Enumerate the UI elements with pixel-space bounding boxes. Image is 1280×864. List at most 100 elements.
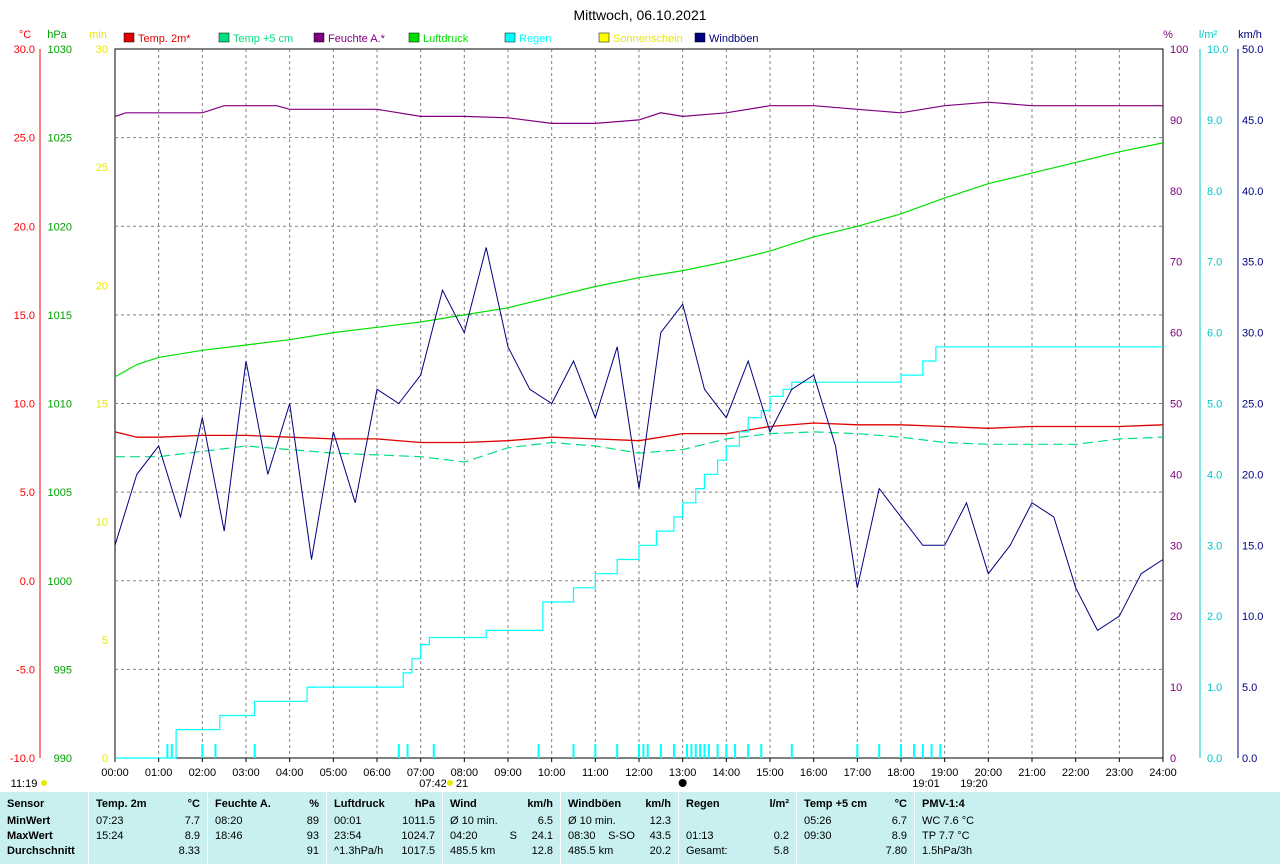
sunset-label-2: 19:20 [960,778,988,790]
stats-cell-label: 07:23 [96,815,124,827]
legend-swatch [598,32,610,43]
stats-cell-label: 05:26 [804,815,832,827]
legend-label: Temp +5 cm [233,33,293,45]
stats-unit: km/h [645,798,671,810]
stats-column: Windböen km/h Ø 10 min. 12.3 08:30 S-SO 43.5 48… [560,792,679,864]
stats-cell-direction: S-SO [608,830,635,842]
legend-swatch [218,32,230,43]
stats-cell-value: 89 [306,815,319,827]
stats-cell-value: 1024.7 [401,830,435,842]
stats-column: Sensor MinWert MaxWert Durchschnitt [0,792,88,864]
legend-swatch [408,32,420,43]
rain-tick-label: 10.0 [1207,44,1228,56]
stats-row: MaxWert [0,829,88,844]
stats-cell-value: 93 [306,830,319,842]
temp-tick-label: 20.0 [14,221,35,233]
legend-label: Windböen [709,33,759,45]
x-tick-label: 16:00 [800,767,828,779]
stats-title: Wind [450,798,477,810]
pressure-tick-label: 1030 [48,44,72,56]
stats-title: Temp. 2m [96,798,147,810]
stats-row: Durchschnitt [0,844,88,859]
stats-cell-label: Gesamt: [686,845,728,857]
stats-row: 91 [208,844,327,859]
legend-label: Sonnenschein [613,33,683,45]
stats-cell-value: 20.2 [649,845,671,857]
x-tick-label: 05:00 [320,767,348,779]
stats-header: Wind km/h [443,797,561,812]
stats-row: 485.5 km 20.2 [561,844,679,859]
stats-unit: l/m² [769,798,789,810]
temp-tick-label: -10.0 [10,753,35,765]
x-tick-label: 12:00 [625,767,653,779]
sunshine-tick-label: 20 [96,280,108,292]
stats-title: Feuchte A. [215,798,271,810]
stats-row: MinWert [0,814,88,829]
stats-header: Temp +5 cm °C [797,797,915,812]
x-tick-label: 14:00 [713,767,741,779]
stats-title: Regen [686,798,720,810]
humidity-tick-label: 100 [1170,44,1188,56]
legend-label: Regen [519,33,551,45]
stats-cell-value: 24.1 [531,830,553,842]
stats-column: Temp. 2m °C 07:23 7.7 15:24 8.9 8.33 [88,792,208,864]
x-tick-label: 13:00 [669,767,697,779]
stats-header: Luftdruck hPa [327,797,443,812]
stats-row: 04:20 S 24.1 [443,829,561,844]
stats-cell-label: 08:30 [568,830,596,842]
current-time-label: 11:19 [11,778,38,790]
stats-cell-value: 43.5 [649,830,671,842]
x-tick-label: 03:00 [232,767,260,779]
stats-unit: °C [187,798,200,810]
wind-unit-label: km/h [1238,29,1262,41]
wind-tick-label: 20.0 [1242,469,1263,481]
stats-title: Windböen [568,798,622,810]
stats-cell-label: 09:30 [804,830,832,842]
pressure-unit-label: hPa [47,29,67,41]
temp-tick-label: 30.0 [14,44,35,56]
stats-row: 01:13 0.2 [679,829,797,844]
stats-column: Luftdruck hPa 00:01 1011.5 23:54 1024.7 ^1.3hP… [326,792,443,864]
time-sun-icon [41,780,47,786]
x-tick-label: 04:00 [276,767,304,779]
stats-cell-label: 01:13 [686,830,714,842]
stats-row: 23:54 1024.7 [327,829,443,844]
legend-swatch [504,32,516,43]
temp-tick-label: 25.0 [14,133,35,145]
x-tick-label: 18:00 [887,767,915,779]
sunshine-tick-label: 10 [96,517,108,529]
legend-label: Feuchte A.* [328,33,386,45]
wind-tick-label: 40.0 [1242,186,1263,198]
wind-tick-label: 25.0 [1242,399,1263,411]
stats-cell-direction: S [509,830,517,842]
humidity-tick-label: 90 [1170,115,1182,127]
wind-tick-label: 50.0 [1242,44,1263,56]
stats-unit: °C [894,798,907,810]
stats-title: Temp +5 cm [804,798,868,810]
rain-tick-label: 9.0 [1207,115,1222,127]
sunshine-tick-label: 5 [102,635,108,647]
stats-cell-value: 7.80 [885,845,907,857]
x-tick-label: 10:00 [538,767,566,779]
wind-tick-label: 35.0 [1242,257,1263,269]
x-tick-label: 00:00 [101,767,129,779]
sunrise-label: 07:42 [419,778,447,790]
pressure-tick-label: 995 [54,664,72,676]
stats-row [679,814,797,829]
stats-cell-label: Durchschnitt [7,845,75,857]
x-tick-label: 22:00 [1062,767,1090,779]
stats-cell-label: 04:20 [450,830,478,842]
stats-cell-label: MaxWert [7,830,53,842]
legend-label: Luftdruck [423,33,469,45]
temp-unit-label: °C [19,29,31,41]
temp-tick-label: -5.0 [16,664,35,676]
legend-swatch [313,32,325,43]
sunshine-tick-label: 30 [96,44,108,56]
stats-row: ^1.3hPa/h 1017.5 [327,844,443,859]
legend-swatch [694,32,706,43]
stats-row: 1.5hPa/3h [915,844,1035,859]
stats-row: Ø 10 min. 6.5 [443,814,561,829]
sun-icon [447,780,453,786]
stats-header: Feuchte A.% [208,797,327,812]
pressure-tick-label: 1010 [48,399,72,411]
